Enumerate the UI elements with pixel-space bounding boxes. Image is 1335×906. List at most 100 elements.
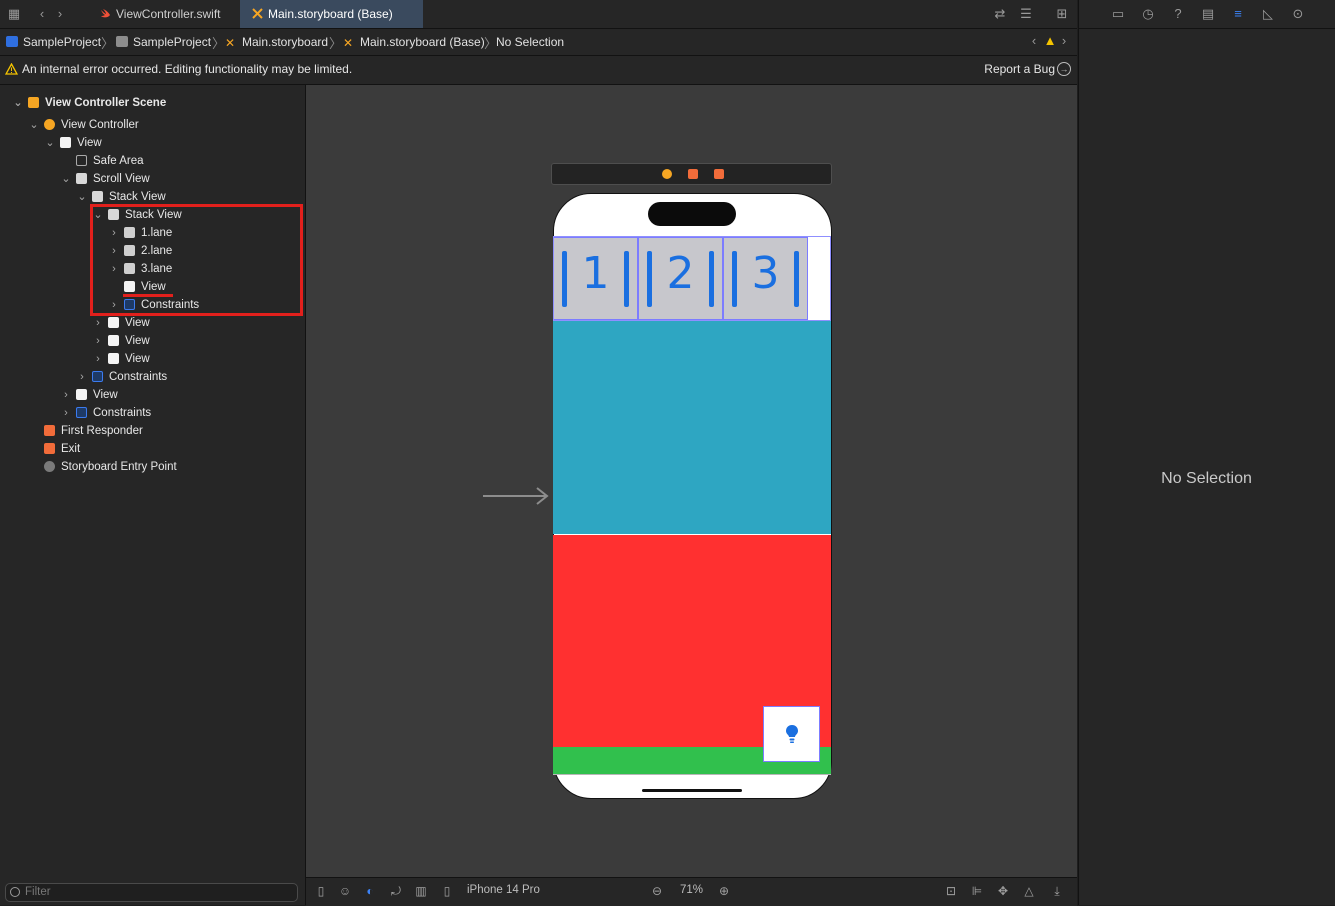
exit-icon [44,443,55,454]
view-controller-icon [44,119,55,130]
entry-point-icon [44,461,55,472]
breadcrumb: SampleProject 〉 SampleProject 〉 ✕ Main.st… [0,29,1077,56]
stack-view-icon [92,191,103,202]
view-icon [108,335,119,346]
accessibility-icon[interactable]: ☺ [338,884,352,898]
warning-bar: An internal error occurred. Editing func… [0,56,1077,85]
view-icon [108,353,119,364]
outline-scroll-view[interactable]: ⌄ Scroll View [61,170,150,188]
folder-icon [116,36,128,47]
outline-view-constraints[interactable]: › Constraints [64,404,151,422]
outline-view-a[interactable]: › View [96,314,150,332]
tab-bar: ▦ ‹ › ViewController.swift Main.storyboa… [0,0,1077,29]
editor-options-icon[interactable]: ☰ [1018,6,1034,22]
safe-area-icon [76,155,87,166]
issue-prev-icon[interactable]: ‹ [1026,33,1042,49]
warning-message: An internal error occurred. Editing func… [22,62,353,76]
first-responder-icon [44,425,55,436]
breadcrumb-no-selection[interactable]: No Selection [496,34,564,50]
zoom-level[interactable]: 71% [680,884,703,896]
outline-scene[interactable]: ⌄ View Controller Scene [13,94,166,112]
inspector-panel [1078,0,1335,905]
device-selector[interactable]: iPhone 14 Pro [467,884,540,896]
red-underline [123,294,173,297]
orientation-icon[interactable]: ⤾ [389,884,403,898]
red-highlight-box [90,204,303,316]
attributes-inspector-icon[interactable]: ≡ [1230,6,1246,22]
view-icon [108,317,119,328]
appearance-icon[interactable]: ◐ [363,884,377,898]
back-chevron-icon[interactable]: ‹ [34,6,50,22]
storyboard-file-icon [252,8,263,19]
zoom-out-icon[interactable]: ⊖ [650,884,664,898]
outline-first-responder[interactable]: First Responder [44,422,143,440]
resolve-issues-icon[interactable]: △ [1022,884,1036,898]
entry-point-arrow-icon[interactable] [483,486,549,506]
history-inspector-icon[interactable]: ◷ [1140,6,1156,22]
canvas-toolbar: ▯ ☺ ◐ ⤾ ▥ ▯ iPhone 14 Pro ⊖ 71% ⊕ ⊡ ⊫ ✥ … [306,877,1077,906]
breadcrumb-storyboard-base[interactable]: ✕ Main.storyboard (Base) [343,34,485,50]
connections-inspector-icon[interactable]: ⊙ [1290,6,1306,22]
swift-file-icon [101,9,110,18]
file-inspector-icon[interactable]: ▭ [1110,6,1126,22]
outline-safe-area[interactable]: Safe Area [76,152,144,170]
outline-bottom-view[interactable]: › View [64,386,118,404]
issue-next-icon[interactable]: › [1056,33,1072,49]
view-icon [60,137,71,148]
help-inspector-icon[interactable]: ? [1170,6,1186,22]
arrow-circle-icon[interactable]: → [1057,62,1071,76]
layout-icon[interactable]: ▥ [414,884,428,898]
outline-view-controller[interactable]: ⌄ View Controller [29,116,139,134]
warning-triangle-icon [5,63,18,75]
exit-icon[interactable] [714,169,724,179]
tab-main-storyboard[interactable]: Main.storyboard (Base) [240,0,423,28]
constraints-icon [76,407,87,418]
outline-stack-constraints[interactable]: › Constraints [80,368,167,386]
report-bug-link[interactable]: Report a Bug [984,62,1055,76]
inspector-tabs: ▭ ◷ ? ▤ ≡ ◺ ⊙ [1078,0,1335,29]
blue-view[interactable] [553,321,831,534]
outline-view-c[interactable]: › View [96,350,150,368]
scene-icon [28,97,39,108]
stack-view-outline [553,236,831,321]
lightbulb-icon [786,725,798,743]
filter-input[interactable]: Filter [5,883,298,902]
home-indicator [642,789,742,792]
size-inspector-icon[interactable]: ◺ [1260,6,1276,22]
outline-exit[interactable]: Exit [44,440,80,458]
device-icon[interactable]: ▯ [440,884,454,898]
scene-dock[interactable] [551,163,832,185]
zoom-in-icon[interactable]: ⊕ [717,884,731,898]
breadcrumb-project[interactable]: SampleProject [6,34,101,50]
first-responder-icon[interactable] [688,169,698,179]
breadcrumb-storyboard[interactable]: ✕ Main.storyboard [225,34,328,50]
align-icon[interactable]: ⊫ [970,884,984,898]
identity-inspector-icon[interactable]: ▤ [1200,6,1216,22]
storyboard-icon: ✕ [343,36,354,50]
grid-icon[interactable]: ▦ [6,6,22,22]
constraints-icon [92,371,103,382]
divider [553,774,831,775]
tab-label: ViewController.swift [116,7,221,21]
tab-viewcontroller-swift[interactable]: ViewController.swift [88,0,240,28]
update-frames-icon[interactable]: ⊡ [944,884,958,898]
filter-placeholder: Filter [25,886,51,898]
inspector-no-selection: No Selection [1161,470,1252,487]
dynamic-island [648,202,736,226]
embed-icon[interactable]: ⤓ [1050,884,1064,898]
storyboard-icon: ✕ [225,36,236,50]
scroll-view-icon [76,173,87,184]
outline-entry-point[interactable]: Storyboard Entry Point [44,458,177,476]
view-controller-icon[interactable] [662,169,672,179]
add-editor-icon[interactable]: ⊞ [1054,6,1070,22]
forward-chevron-icon[interactable]: › [52,6,68,22]
outline-view-b[interactable]: › View [96,332,150,350]
toggle-outline-icon[interactable]: ▯ [314,884,328,898]
swap-icon[interactable]: ⇄ [992,6,1008,22]
lightbulb-button[interactable] [763,706,820,762]
tab-label: Main.storyboard (Base) [268,7,393,21]
view-icon [76,389,87,400]
pin-icon[interactable]: ✥ [996,884,1010,898]
breadcrumb-folder[interactable]: SampleProject [116,34,211,50]
outline-view[interactable]: ⌄ View [45,134,102,152]
